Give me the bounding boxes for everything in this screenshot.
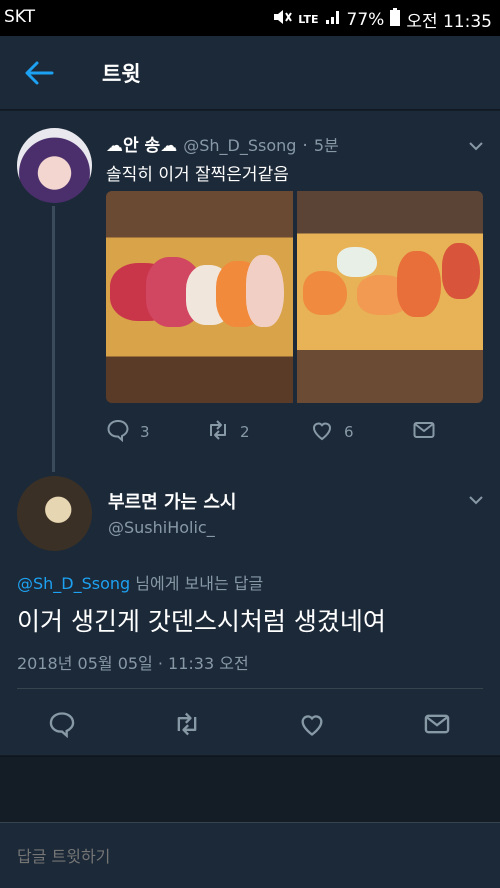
message-icon[interactable] bbox=[423, 710, 451, 738]
like-icon[interactable] bbox=[298, 710, 326, 738]
tweet-header: ☁안 송☁ @Sh_D_Ssong · 5분 bbox=[106, 131, 339, 156]
reply-icon[interactable] bbox=[106, 418, 130, 446]
tweet-media[interactable] bbox=[106, 191, 483, 403]
like-icon[interactable] bbox=[310, 418, 334, 446]
reply-bar bbox=[0, 822, 500, 888]
avatar[interactable] bbox=[17, 476, 92, 551]
battery-icon bbox=[390, 8, 401, 31]
user-handle[interactable]: @SushiHolic_ bbox=[108, 518, 215, 537]
separator-dot: · bbox=[302, 136, 308, 156]
signal-icon bbox=[325, 9, 341, 30]
status-bar: SKT LTE 77% 오전 11:35 bbox=[0, 0, 500, 36]
reply-context: @Sh_D_Ssong 님에게 보내는 답글 bbox=[17, 570, 263, 594]
retweet-action[interactable]: 2 bbox=[206, 418, 250, 446]
reply-count: 3 bbox=[140, 423, 150, 441]
reply-action[interactable]: 3 bbox=[106, 418, 150, 446]
tweet-timestamp: 2018년 05월 05일 · 11:33 오전 bbox=[17, 654, 249, 673]
thread-connector bbox=[52, 206, 55, 472]
back-arrow-icon[interactable] bbox=[22, 58, 56, 88]
tweet-text: 솔직히 이거 잘찍은거같음 bbox=[106, 165, 289, 185]
display-name[interactable]: ☁안 송☁ bbox=[106, 131, 177, 156]
reply-context-suffix: 님에게 보내는 답글 bbox=[130, 574, 264, 593]
reply-input[interactable] bbox=[17, 847, 487, 866]
network-label: LTE bbox=[298, 13, 319, 26]
avatar[interactable] bbox=[17, 128, 92, 203]
carrier-label: SKT bbox=[4, 7, 36, 27]
divider bbox=[17, 688, 483, 689]
clock-label: 오전 11:35 bbox=[406, 12, 492, 32]
user-handle[interactable]: @Sh_D_Ssong bbox=[183, 136, 296, 155]
retweet-icon[interactable] bbox=[173, 710, 201, 738]
tweet-actions: 3 2 6 bbox=[106, 418, 486, 444]
like-count: 6 bbox=[344, 423, 354, 441]
top-app-bar: 트윗 bbox=[0, 36, 500, 110]
status-icons: LTE 77% 오전 11:35 bbox=[272, 7, 492, 32]
sushi-photo-1[interactable] bbox=[106, 191, 293, 403]
reply-icon[interactable] bbox=[48, 710, 76, 739]
spacer bbox=[0, 756, 500, 822]
tweet-text: 이거 생긴게 갓덴스시처럼 생겼네여 bbox=[17, 607, 386, 636]
mute-icon bbox=[272, 8, 293, 31]
detail-actions bbox=[0, 710, 500, 740]
page-title: 트윗 bbox=[102, 62, 141, 86]
like-action[interactable]: 6 bbox=[310, 418, 354, 446]
message-icon[interactable] bbox=[412, 418, 436, 446]
message-action[interactable] bbox=[412, 418, 436, 446]
chevron-down-icon[interactable] bbox=[468, 136, 484, 151]
battery-label: 77% bbox=[346, 9, 385, 30]
sushi-photo-2[interactable] bbox=[296, 191, 483, 403]
display-name[interactable]: 부르면 가는 스시 bbox=[108, 488, 236, 514]
retweet-count: 2 bbox=[240, 423, 250, 441]
retweet-icon[interactable] bbox=[206, 418, 230, 446]
tweet-time: 5분 bbox=[313, 136, 339, 155]
chevron-down-icon[interactable] bbox=[468, 490, 484, 505]
mention-link[interactable]: @Sh_D_Ssong bbox=[17, 574, 130, 593]
